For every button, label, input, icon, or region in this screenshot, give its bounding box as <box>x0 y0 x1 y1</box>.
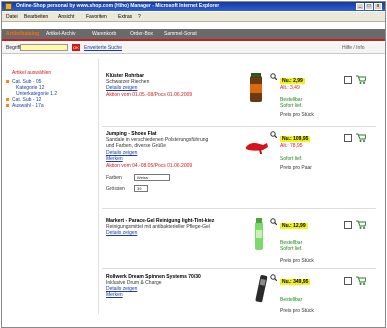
sidebar-heading: Artikel auswählen <box>12 70 52 76</box>
row-separator <box>102 268 376 269</box>
price: Nu.: 109,95 <box>280 136 311 142</box>
shop-nav-bar: Artikelkatalog Artikel-Archiv Warenkorb … <box>2 29 385 39</box>
price: Nu.: 349,95 <box>280 279 311 285</box>
search-go-button[interactable]: OK <box>72 44 80 51</box>
add-to-cart-icon[interactable] <box>356 133 366 142</box>
color-label: Farben <box>106 175 122 181</box>
nav-tab-orderbox[interactable]: Order-Box <box>130 31 153 37</box>
window-title: Online-Shop personal by www.shop.com (Hi… <box>16 3 220 9</box>
stock-status: Sofort lief. <box>280 246 303 252</box>
add-to-cart-icon[interactable] <box>356 75 366 84</box>
bullet-icon <box>6 104 9 107</box>
advanced-search-link[interactable]: Erweiterte Suche <box>84 45 122 51</box>
product-image[interactable] <box>254 274 268 304</box>
close-button[interactable]: x <box>374 3 382 10</box>
bullet-icon <box>6 80 9 83</box>
row-separator <box>102 126 376 127</box>
remember-link[interactable]: Merken <box>106 292 123 298</box>
search-label: Begriff <box>6 45 21 51</box>
column-divider <box>98 59 99 314</box>
promo-note: Aktion vom 01.05.-08/Pocs 01.06.2009 <box>106 92 193 98</box>
nav-tab-archive[interactable]: Artikel-Archiv <box>46 31 75 37</box>
browser-app-icon <box>5 3 12 10</box>
old-price: Alt.: 3,49 <box>280 85 300 91</box>
price: Nu.: 2,99 <box>280 78 305 84</box>
remember-link[interactable]: Merken <box>106 156 123 162</box>
add-to-cart-icon[interactable] <box>356 276 366 285</box>
unit-label: Preis pro Stück <box>280 308 314 314</box>
menu-tools[interactable]: Extras <box>118 14 132 20</box>
product-image[interactable] <box>245 135 269 155</box>
nav-divider <box>2 39 385 41</box>
add-to-cart-icon[interactable] <box>356 220 366 229</box>
zoom-icon[interactable] <box>270 131 277 138</box>
search-bar: Begriff OK Erweiterte Suche Hilfe / Info <box>2 43 385 54</box>
nav-tab-other[interactable]: Sammel-Sonst <box>164 31 197 37</box>
compare-checkbox[interactable] <box>344 76 352 84</box>
details-link[interactable]: Details zeigen <box>106 230 137 236</box>
unit-label: Preis pro Stück <box>280 258 314 264</box>
stock-status: Sofort lief. <box>280 103 303 109</box>
bullet-icon <box>6 98 9 101</box>
menu-edit[interactable]: Bearbeiten <box>24 14 48 20</box>
color-select[interactable]: Weiss <box>134 174 170 181</box>
product-image[interactable] <box>254 218 264 252</box>
promo-note: Aktion vom 04.-08.05/Pocs 01.06.2009 <box>106 163 193 169</box>
zoom-icon[interactable] <box>270 274 277 281</box>
menu-file[interactable]: Datei <box>6 14 18 20</box>
sidebar-item[interactable]: Auswahl - 17a <box>12 103 44 109</box>
product-image[interactable] <box>248 73 264 103</box>
row-separator <box>102 208 376 209</box>
product-description: und Farben, diverse Grüße <box>106 143 167 149</box>
menu-favorites[interactable]: Favoriten <box>86 14 107 20</box>
menu-bar: Datei Bearbeiten Ansicht Favoriten Extra… <box>2 12 385 22</box>
menu-help[interactable]: ? <box>138 14 141 20</box>
compare-checkbox[interactable] <box>344 277 352 285</box>
nav-tab-cart[interactable]: Warenkorb <box>92 31 116 37</box>
unit-label: Preis pro Stück <box>280 112 314 118</box>
stock-status: Bestellbar <box>280 297 303 303</box>
nav-tab-catalog[interactable]: Artikelkatalog <box>6 31 39 37</box>
menu-view[interactable]: Ansicht <box>58 14 74 20</box>
stock-status: Sofort lief. <box>280 156 303 162</box>
title-bar: Online-Shop personal by www.shop.com (Hi… <box>2 2 385 11</box>
zoom-icon[interactable] <box>270 218 277 225</box>
price: Nu.: 12,99 <box>280 223 308 229</box>
search-input[interactable] <box>20 44 68 51</box>
minimize-button[interactable]: _ <box>356 3 364 10</box>
zoom-icon[interactable] <box>270 73 277 80</box>
compare-checkbox[interactable] <box>344 134 352 142</box>
maximize-button[interactable]: □ <box>365 3 373 10</box>
details-link[interactable]: Details zeigen <box>106 85 137 91</box>
help-link[interactable]: Hilfe / Info <box>342 45 365 51</box>
compare-checkbox[interactable] <box>344 221 352 229</box>
browser-window: Online-Shop personal by www.shop.com (Hi… <box>1 1 386 328</box>
unit-label: Preis pro Paar <box>280 165 312 171</box>
size-label: Grössen <box>106 186 125 192</box>
old-price: Alt.: 78,95 <box>280 143 303 149</box>
size-select[interactable]: 39 <box>134 185 148 192</box>
